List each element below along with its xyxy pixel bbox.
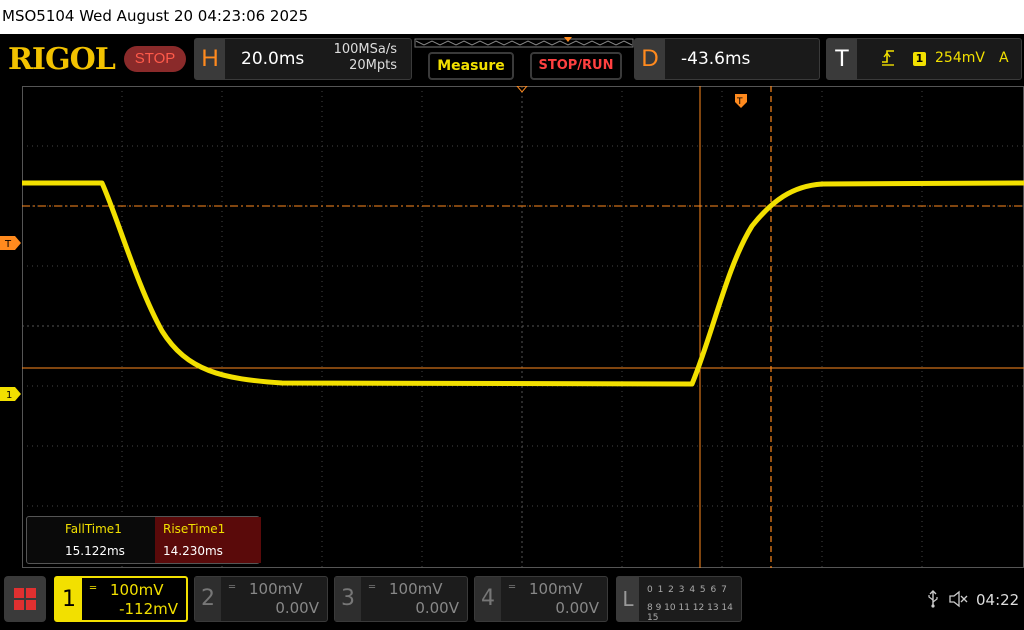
- channel-number: 1: [56, 578, 82, 620]
- channel-offset: 0.00V: [275, 599, 319, 617]
- measurement-label: RiseTime1: [163, 522, 226, 536]
- rising-edge-icon: [882, 50, 894, 66]
- channel-scale: 100mV: [529, 580, 583, 598]
- main-menu-button[interactable]: [4, 576, 46, 622]
- channel-number: 2: [195, 577, 221, 621]
- horizontal-label: H: [195, 39, 225, 79]
- stop-run-button[interactable]: STOP/RUN: [530, 52, 622, 80]
- logic-channels-low: 0 1 2 3 4 5 6 7: [647, 585, 728, 595]
- sample-rate-info: 100MSa/s 20Mpts: [334, 42, 397, 74]
- channel-scale: 100mV: [249, 580, 303, 598]
- measurement-label: FallTime1: [65, 522, 122, 536]
- memory-depth: 20Mpts: [349, 58, 397, 73]
- measurement-results-panel[interactable]: FallTime1 15.122ms RiseTime1 14.230ms: [26, 516, 261, 564]
- measurement-value: 14.230ms: [163, 544, 223, 558]
- system-clock: 04:22: [976, 591, 1020, 609]
- horizontal-panel[interactable]: H 20.0ms 100MSa/s 20Mpts: [194, 38, 412, 80]
- window-title: MSO5104 Wed August 20 04:23:06 2025: [2, 7, 309, 25]
- grid-menu-icon: [14, 588, 36, 610]
- trigger-marker-label: T: [4, 239, 12, 250]
- logic-analyzer-panel[interactable]: L 0 1 2 3 4 5 6 7 8 9 10 11 12 13 14 15: [616, 576, 742, 623]
- channel1-panel[interactable]: 1 ═ 100mV -112mV: [54, 576, 188, 622]
- measure-button[interactable]: Measure: [428, 52, 514, 80]
- fall-time-measurement[interactable]: FallTime1 15.122ms: [57, 517, 163, 563]
- channel-scale: 100mV: [110, 581, 164, 599]
- channel3-panel[interactable]: 3 ═ 100mV 0.00V: [334, 576, 468, 622]
- rigol-logo: RIGOL: [8, 42, 116, 77]
- trigger-level: 254mV: [935, 50, 985, 66]
- title-bar: MSO5104 Wed August 20 04:23:06 2025: [0, 0, 1024, 34]
- channel-offset: 0.00V: [555, 599, 599, 617]
- delay-panel[interactable]: D -43.6ms: [634, 38, 820, 80]
- channel-number: 4: [475, 577, 501, 621]
- usb-icon: [928, 590, 938, 608]
- trigger-level-marker[interactable]: T: [0, 236, 22, 250]
- delay-label: D: [635, 39, 665, 79]
- dc-coupling-icon: ═: [509, 582, 516, 593]
- sample-rate: 100MSa/s: [333, 42, 397, 57]
- memory-position-ruler: [414, 37, 634, 48]
- graticule-grid: [22, 86, 1024, 568]
- svg-text:T: T: [736, 97, 743, 107]
- channel1-offset-marker[interactable]: 1: [0, 387, 22, 401]
- time-scale: 20.0ms: [241, 49, 305, 69]
- channel-offset: -112mV: [119, 600, 178, 618]
- channel-number: 3: [335, 577, 361, 621]
- dc-coupling-icon: ═: [90, 583, 97, 594]
- channel1-marker-label: 1: [6, 390, 12, 401]
- screen-border: [22, 86, 1024, 568]
- delay-marker[interactable]: T: [735, 94, 747, 108]
- graticule-center-axes: [22, 86, 1024, 568]
- logic-channels-high: 8 9 10 11 12 13 14 15: [647, 603, 733, 623]
- rise-time-measurement[interactable]: RiseTime1 14.230ms: [155, 517, 261, 563]
- speaker-muted-icon[interactable]: [948, 590, 968, 608]
- measurement-value: 15.122ms: [65, 544, 125, 558]
- waveform-display[interactable]: T: [22, 86, 1024, 568]
- channel4-panel[interactable]: 4 ═ 100mV 0.00V: [474, 576, 608, 622]
- dc-coupling-icon: ═: [229, 582, 236, 593]
- channel-offset: 0.00V: [415, 599, 459, 617]
- logic-label: L: [617, 577, 639, 621]
- trigger-source-badge: 1: [913, 52, 926, 66]
- delay-value: -43.6ms: [681, 49, 751, 69]
- channel-scale: 100mV: [389, 580, 443, 598]
- trigger-mode: A: [999, 50, 1009, 66]
- channel2-panel[interactable]: 2 ═ 100mV 0.00V: [194, 576, 328, 622]
- trigger-label: T: [827, 39, 857, 79]
- channel1-trace: [22, 180, 1024, 387]
- trigger-panel[interactable]: T 1 254mV A: [826, 38, 1022, 80]
- top-status-bar: RIGOL STOP H 20.0ms 100MSa/s 20Mpts Meas…: [0, 34, 1024, 86]
- bottom-channel-bar: 1 ═ 100mV -112mV 2 ═ 100mV 0.00V 3 ═ 100…: [0, 570, 1024, 630]
- run-status-badge: STOP: [124, 46, 186, 72]
- dc-coupling-icon: ═: [369, 582, 376, 593]
